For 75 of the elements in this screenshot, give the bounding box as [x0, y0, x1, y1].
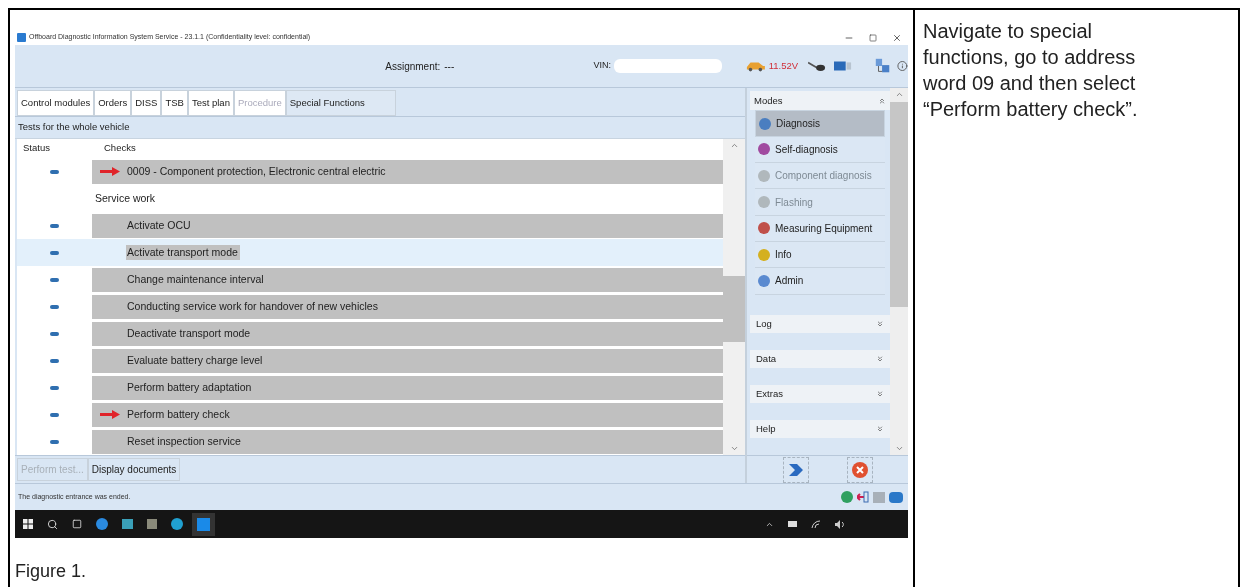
mode-button[interactable]: Diagnosis [755, 110, 885, 137]
tab[interactable]: Orders [94, 90, 132, 116]
check-item[interactable]: Activate transport mode [126, 244, 240, 261]
speaker-icon [835, 519, 846, 529]
tab[interactable]: Control modules [17, 90, 95, 116]
scroll-thumb[interactable] [890, 102, 908, 307]
figure-caption: Figure 1. [15, 560, 88, 583]
check-item[interactable]: Change maintenance interval [126, 271, 265, 288]
status-icon [50, 169, 59, 174]
tab[interactable]: Special Functions [285, 90, 396, 116]
check-item[interactable]: Perform battery adaptation [126, 379, 253, 396]
panel-header[interactable]: Extras [756, 386, 783, 402]
section-title: Tests for the whole vehicle [18, 120, 130, 135]
expand-icon[interactable] [876, 425, 884, 433]
check-item[interactable]: Reset inspection service [126, 433, 242, 450]
status-icon [50, 277, 59, 282]
status-icon [50, 331, 59, 336]
maximize-icon[interactable] [869, 33, 877, 42]
status-icon [50, 223, 59, 228]
windows-icon[interactable] [23, 519, 33, 529]
check-item[interactable]: Activate OCU [126, 217, 192, 234]
modes-header[interactable]: Modes [754, 93, 783, 108]
scrollbar[interactable] [890, 88, 908, 455]
status-icon [50, 358, 59, 363]
scrollbar[interactable] [723, 139, 745, 455]
app-icon [17, 33, 26, 42]
info-icon[interactable] [897, 60, 908, 72]
arrow-icon [100, 410, 120, 419]
check-item[interactable]: Evaluate battery charge level [126, 352, 264, 369]
collapse-icon[interactable] [878, 96, 886, 105]
task-view-icon[interactable] [72, 519, 82, 529]
scroll-down-icon[interactable] [894, 444, 904, 453]
panel-header[interactable]: Help [756, 421, 776, 437]
assignment-value: --- [444, 59, 455, 74]
assignment-label: Assignment: [385, 59, 441, 74]
usb-device-icon [834, 60, 853, 72]
panel-header[interactable]: Log [756, 316, 772, 332]
expand-icon[interactable] [876, 355, 884, 363]
search-icon[interactable] [47, 518, 58, 530]
battery-icon [788, 521, 797, 527]
scroll-thumb[interactable] [723, 276, 745, 342]
status-icon [50, 439, 59, 444]
tab[interactable]: TSB [161, 90, 188, 116]
scroll-up-icon[interactable] [894, 90, 904, 99]
scroll-up-icon[interactable] [729, 141, 739, 150]
expand-icon[interactable] [876, 390, 884, 398]
column-header: Checks [103, 141, 136, 156]
status-icon [50, 412, 59, 417]
close-icon[interactable] [892, 32, 902, 43]
voltage-reading: 11.52V [768, 58, 799, 73]
exit-icon [857, 491, 869, 503]
status-icon [50, 250, 59, 255]
wifi-icon [811, 519, 821, 529]
instruction-text: Navigate to special functions, go to address word 09 and then select “Perform battery check”. [923, 19, 1139, 122]
tab[interactable]: DISS [131, 90, 162, 116]
vin-label: VIN: [593, 59, 612, 73]
car-icon [745, 60, 766, 72]
forward-button[interactable] [782, 456, 809, 483]
panel-header[interactable]: Data [756, 351, 777, 367]
network-icon [874, 58, 891, 74]
tab[interactable]: Test plan [187, 90, 234, 116]
column-header: Status [22, 141, 51, 156]
status-icon [50, 304, 59, 309]
check-item[interactable]: Deactivate transport mode [126, 325, 252, 342]
status-icon [50, 385, 59, 390]
cancel-button[interactable] [846, 456, 873, 483]
footer-button[interactable]: Display documents [87, 458, 181, 481]
expand-icon[interactable] [876, 319, 884, 328]
arrow-icon [100, 167, 120, 176]
group-label: Service work [95, 190, 156, 206]
cancel-icon [851, 461, 868, 478]
scroll-down-icon[interactable] [729, 444, 739, 453]
vin-field[interactable] [614, 59, 722, 73]
connector-icon [808, 60, 827, 72]
check-item[interactable]: Perform battery check [126, 406, 231, 423]
